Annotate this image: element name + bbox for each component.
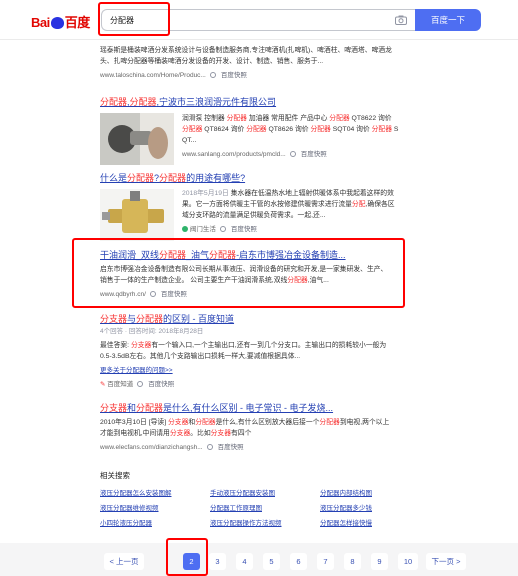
related-link[interactable]: 液压分配器维修视频 xyxy=(100,502,210,512)
page-6[interactable]: 6 xyxy=(290,553,307,570)
result-thumbnail[interactable] xyxy=(100,113,174,165)
search-result: 分支器与分配器的区别 - 百度知道 4个回答 · 回答时间: 2018年8月28… xyxy=(100,313,400,388)
result-meta: www.taloschina.com/Home/Produc... 百度快照 xyxy=(100,69,400,79)
result-meta: www.sanlang.com/products/pmcld... 百度快照 xyxy=(182,148,402,158)
result-abstract-line: 最佳答案: 分支器有一个输入口,一个主输出口,还有一到几个分支口。主输出口的损耗… xyxy=(100,342,387,349)
page-10[interactable]: 10 xyxy=(398,553,418,570)
result-abstract: 瑶泰斯是桶装啤酒分发系统设计与设备制造服务商,专注啤酒机(扎啤机)、啤酒柱、啤酒… xyxy=(100,47,392,65)
result-meta: ✎ 百度知道 百度快照 xyxy=(100,378,400,388)
snapshot-icon xyxy=(219,226,226,232)
result-abstract-line: 0.5-3.5dB左右。其他几个支路输出口损耗一样大,要减值根据具体... xyxy=(100,353,301,360)
snapshot-icon xyxy=(289,151,296,157)
search-result: 什么是分配器?分配器的用途有哪些? 2018年5月19日 集水器在低温热水地上辐… xyxy=(100,172,400,242)
paw-icon xyxy=(50,17,64,29)
related-link[interactable]: 液压分配器多少钱 xyxy=(320,502,410,512)
result-title[interactable]: 分配器,分配器,宁波市三浪润滑元件有限公司 xyxy=(100,96,400,109)
result-title[interactable]: 什么是分配器?分配器的用途有哪些? xyxy=(100,172,400,185)
snapshot-link[interactable]: 百度快照 xyxy=(221,72,247,79)
snapshot-link[interactable]: 百度快照 xyxy=(218,444,244,451)
snapshot-icon xyxy=(137,381,144,387)
result-meta: 阀门生活 百度快照 xyxy=(182,223,402,233)
camera-icon[interactable] xyxy=(395,15,407,25)
page-5[interactable]: 5 xyxy=(263,553,280,570)
related-link[interactable]: 分配器怎样接快慢 xyxy=(320,517,410,527)
header: Bai百度 百度一下 xyxy=(0,0,518,40)
search-result: 分支器和分配器是什么,有什么区别 - 电子常识 - 电子发烧... 2010年3… xyxy=(100,402,400,451)
snapshot-link[interactable]: 百度快照 xyxy=(301,151,327,158)
result-thumbnail[interactable] xyxy=(100,189,174,241)
result-abstract-line: QT... xyxy=(182,137,197,144)
related-link[interactable]: 手动液压分配器安装图 xyxy=(210,487,320,497)
next-page-button[interactable]: 下一页 > xyxy=(426,553,466,570)
page-9[interactable]: 9 xyxy=(371,553,388,570)
result-url[interactable]: www.taloschina.com/Home/Produc... xyxy=(100,72,206,79)
result-title[interactable]: 分支器和分配器是什么,有什么区别 - 电子常识 - 电子发烧... xyxy=(100,402,400,415)
highlight-frame-result xyxy=(72,238,405,308)
related-link[interactable]: 分配器内部结构图 xyxy=(320,487,410,497)
result-abstract-line: 域分支环路的流量满足供暖负荷需求。一起,还... xyxy=(182,212,326,219)
result-meta: www.elecfans.com/dianzichangsh... 百度快照 xyxy=(100,441,400,451)
result-abstract-line: 2010年3月10日 [导读] 分支器和分配器是什么,有什么区别放大器后接一个分… xyxy=(100,419,390,426)
zhidao-icon: ✎ xyxy=(100,381,106,388)
result-abstract-line: 分配器 QT8624 询价 分配器 QT8626 询价 分配器 SQT04 询价… xyxy=(182,126,399,133)
more-questions-link[interactable]: 更多关于分配器的问题>> xyxy=(100,364,400,374)
result-body: 润滑泵 控制器 分配器 加油器 常用配件 产品中心 分配器 QT8622 询价 … xyxy=(182,113,402,158)
search-button[interactable]: 百度一下 xyxy=(415,9,481,31)
page-3[interactable]: 3 xyxy=(209,553,226,570)
page-4[interactable]: 4 xyxy=(236,553,253,570)
source-icon xyxy=(182,226,188,232)
result-source[interactable]: 百度知道 xyxy=(107,381,133,388)
snapshot-icon xyxy=(209,72,216,78)
related-link[interactable]: 液压分配器操作方法视频 xyxy=(210,517,320,527)
result-body: 2018年5月19日 集水器在低温热水地上辐射供暖体系中我起着这样的效 果。它一… xyxy=(182,188,402,233)
baidu-logo[interactable]: Bai 百度 xyxy=(31,12,90,31)
snapshot-link[interactable]: 百度快照 xyxy=(148,381,174,388)
answer-meta: 4个回答 · 回答时间: 2018年8月28日 xyxy=(100,328,204,335)
page-8[interactable]: 8 xyxy=(344,553,361,570)
result-abstract-line: 才能到电视机,中间请用分支器。比如分支器有四个 xyxy=(100,430,252,437)
result-url[interactable]: www.elecfans.com/dianzichangsh... xyxy=(100,444,203,451)
snapshot-icon xyxy=(206,444,213,450)
related-link[interactable]: 分配器工作原理图 xyxy=(210,502,320,512)
related-link[interactable]: 小四轮液压分配器 xyxy=(100,517,210,527)
pagination: < 上一页 2 3 4 5 6 7 8 9 10 下一页 > xyxy=(0,543,518,576)
snapshot-link[interactable]: 百度快照 xyxy=(231,226,257,233)
related-searches: 相关搜索 液压分配器怎么安装图解 手动液压分配器安装图 分配器内部结构图 液压分… xyxy=(100,470,400,527)
page-7[interactable]: 7 xyxy=(317,553,334,570)
highlight-frame-pager xyxy=(166,538,208,576)
related-link[interactable]: 液压分配器怎么安装图解 xyxy=(100,487,210,497)
related-title: 相关搜索 xyxy=(100,471,130,480)
result-abstract-line: 润滑泵 控制器 分配器 加油器 常用配件 产品中心 分配器 QT8622 询价 xyxy=(182,115,392,122)
prev-page-button[interactable]: < 上一页 xyxy=(104,553,144,570)
search-result: 分配器,分配器,宁波市三浪润滑元件有限公司 润滑泵 控制器 分配器 加油器 常用… xyxy=(100,96,400,166)
result-url[interactable]: www.sanlang.com/products/pmcld... xyxy=(182,151,286,158)
result-title[interactable]: 分支器与分配器的区别 - 百度知道 xyxy=(100,313,400,326)
search-result: 瑶泰斯是桶装啤酒分发系统设计与设备制造服务商,专注啤酒机(扎啤机)、啤酒柱、啤酒… xyxy=(100,45,400,79)
result-source[interactable]: 阀门生活 xyxy=(190,226,216,233)
highlight-frame-search xyxy=(98,2,170,36)
result-abstract-line: 2018年5月19日 集水器在低温热水地上辐射供暖体系中我起着这样的效 xyxy=(182,190,394,197)
result-abstract-line: 果。它一方面将供暖主干管的水按修建供暖需求进行流量分配,确保各区 xyxy=(182,201,395,208)
